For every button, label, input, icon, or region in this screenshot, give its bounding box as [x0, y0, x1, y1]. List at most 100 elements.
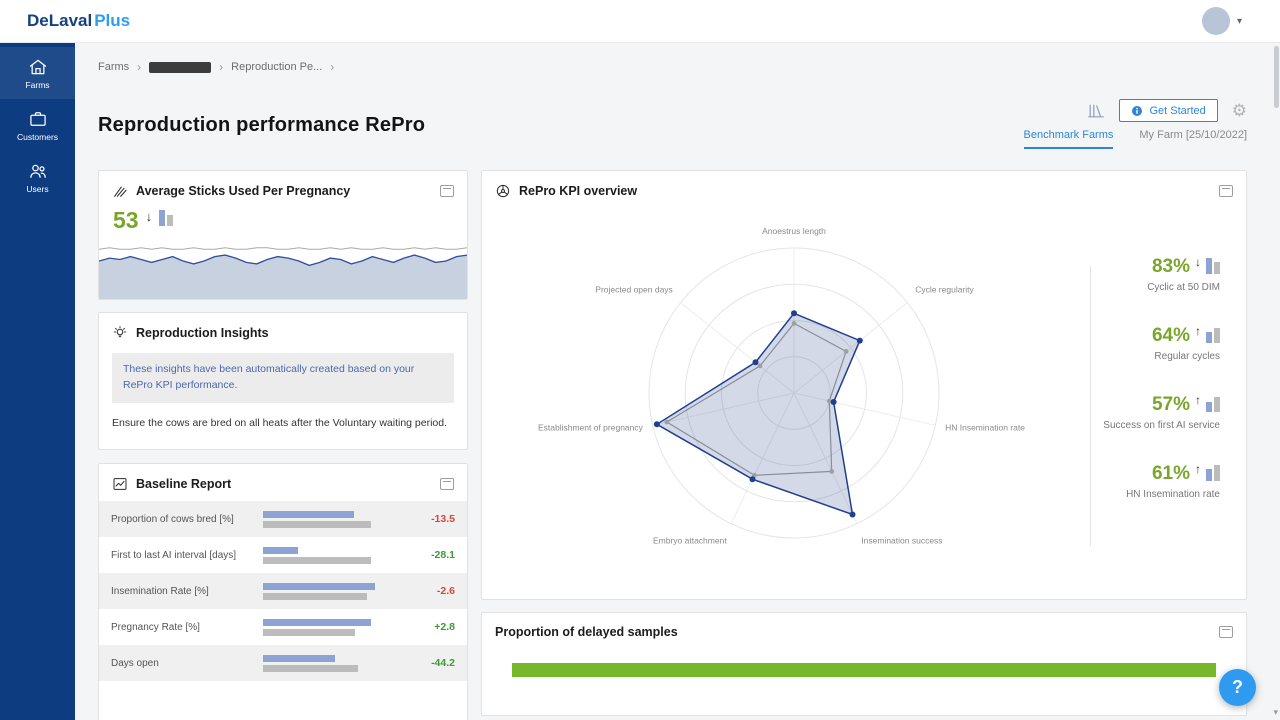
mini-bar-chart-icon: [1206, 257, 1220, 274]
kpi-stat-value: 64%: [1152, 326, 1190, 347]
tabs: Benchmark Farms My Farm [25/10/2022]: [1024, 129, 1247, 149]
baseline-row: Days open -44.2: [99, 645, 467, 681]
sidebar-item-label: Customers: [17, 132, 58, 142]
library-icon[interactable]: [1087, 103, 1105, 119]
baseline-row-bars: [263, 619, 419, 636]
sidebar: Farms Customers Users: [0, 43, 75, 720]
baseline-row-value: -2.6: [419, 585, 455, 597]
svg-text:Insemination success: Insemination success: [861, 536, 942, 546]
trend-up-icon: ↑: [1195, 462, 1201, 476]
kpi-stat-value: 83%: [1152, 257, 1190, 278]
tab-benchmark-farms[interactable]: Benchmark Farms: [1024, 129, 1114, 149]
svg-text:HN Insemination rate: HN Insemination rate: [945, 423, 1025, 433]
mini-bar-chart-icon: [1206, 464, 1220, 481]
breadcrumb-item[interactable]: Reproduction Pe...: [231, 61, 322, 73]
topbar: DeLavalPlus ▾: [0, 0, 1280, 43]
avatar[interactable]: [1202, 7, 1230, 35]
baseline-row-value: -44.2: [419, 657, 455, 669]
kpi-overview-title: RePro KPI overview: [519, 184, 637, 198]
svg-text:Anoestrus length: Anoestrus length: [762, 226, 826, 236]
baseline-report-card: Baseline Report Proportion of cows bred …: [98, 463, 468, 720]
baseline-row-value: -28.1: [419, 549, 455, 561]
baseline-row-label: Pregnancy Rate [%]: [111, 621, 263, 634]
insights-card: Reproduction Insights These insights hav…: [98, 312, 468, 450]
logo-text-primary: DeLaval: [27, 11, 92, 30]
avg-sticks-card: Average Sticks Used Per Pregnancy 53 ↓: [98, 170, 468, 300]
breadcrumb-separator-icon: ›: [137, 60, 141, 74]
gear-icon[interactable]: ⚙: [1232, 102, 1247, 119]
tab-my-farm-25-10-2022[interactable]: My Farm [25/10/2022]: [1139, 129, 1247, 149]
svg-text:Cycle regularity: Cycle regularity: [915, 284, 974, 294]
info-icon: [1131, 105, 1143, 117]
scrollbar-thumb[interactable]: [1274, 46, 1279, 108]
delayed-samples-title: Proportion of delayed samples: [495, 625, 678, 639]
delayed-samples-bar-track: [512, 663, 1216, 677]
baseline-row: Proportion of cows bred [%] -13.5: [99, 501, 467, 537]
mini-bar-chart-icon: [1206, 326, 1220, 343]
sidebar-item-label: Users: [26, 184, 48, 194]
insights-highlight: These insights have been automatically c…: [112, 353, 454, 403]
baseline-row-bars: [263, 511, 419, 528]
avg-sticks-value: 53: [113, 209, 139, 232]
delayed-samples-bar: [512, 663, 1216, 677]
header-actions: Get Started ⚙: [1087, 99, 1247, 122]
radar-icon: [495, 183, 511, 199]
kpi-overview-card: RePro KPI overview Anoestrus length Cycle…: [481, 170, 1247, 600]
sidebar-item-label: Farms: [25, 80, 49, 90]
baseline-title: Baseline Report: [136, 477, 231, 491]
farm-bar: [263, 619, 371, 626]
breadcrumb-item-redacted[interactable]: [149, 62, 211, 73]
farm-bar: [263, 547, 298, 554]
avg-sticks-value-row: 53 ↓: [113, 209, 173, 232]
baseline-row-label: Insemination Rate [%]: [111, 585, 263, 598]
benchmark-bar: [263, 629, 355, 636]
expand-icon[interactable]: [1219, 626, 1233, 638]
baseline-row-bars: [263, 583, 419, 600]
breadcrumb-item[interactable]: Farms: [98, 61, 129, 73]
kpi-stat-value: 57%: [1152, 395, 1190, 416]
svg-text:Embryo attachment: Embryo attachment: [653, 536, 727, 546]
sidebar-item-farms[interactable]: Farms: [0, 47, 75, 99]
insights-note: Ensure the cows are bred on all heats af…: [99, 413, 467, 443]
breadcrumb-separator-icon: ›: [219, 60, 223, 74]
baseline-row-bars: [263, 655, 419, 672]
chevron-down-icon[interactable]: ▾: [1237, 16, 1242, 27]
avg-sticks-trend-icon: ↓: [146, 209, 153, 224]
expand-icon[interactable]: [440, 185, 454, 197]
trend-up-icon: ↑: [1195, 393, 1201, 407]
lightbulb-icon: [112, 325, 128, 341]
baseline-row-bars: [263, 547, 419, 564]
scrollbar-down-arrow-icon[interactable]: ▾: [1273, 707, 1278, 718]
trend-down-icon: ↓: [1195, 255, 1201, 269]
kpi-stat-value: 61%: [1152, 464, 1190, 485]
svg-text:Establishment of pregnancy: Establishment of pregnancy: [538, 423, 644, 433]
svg-text:Projected open days: Projected open days: [595, 284, 673, 294]
help-button[interactable]: ?: [1219, 669, 1256, 706]
baseline-rows: Proportion of cows bred [%] -13.5 First to…: [99, 501, 467, 681]
expand-icon[interactable]: [1219, 185, 1233, 197]
benchmark-bar: [263, 665, 358, 672]
sidebar-item-users[interactable]: Users: [0, 151, 75, 203]
baseline-row-value: -13.5: [419, 513, 455, 525]
sidebar-item-customers[interactable]: Customers: [0, 99, 75, 151]
sticks-icon: [112, 183, 128, 199]
avg-sticks-title: Average Sticks Used Per Pregnancy: [136, 184, 350, 198]
breadcrumb-separator-icon: ›: [330, 60, 334, 74]
logo-text-secondary: Plus: [94, 11, 130, 30]
baseline-row-label: Days open: [111, 657, 263, 670]
farm-bar: [263, 511, 354, 518]
expand-icon[interactable]: [440, 478, 454, 490]
get-started-label: Get Started: [1149, 105, 1205, 117]
delaval-plus-logo[interactable]: DeLavalPlus: [27, 11, 130, 31]
get-started-button[interactable]: Get Started: [1119, 99, 1217, 122]
baseline-row: Insemination Rate [%] -2.6: [99, 573, 467, 609]
page-title: Reproduction performance RePro: [98, 114, 425, 137]
delayed-samples-card: Proportion of delayed samples: [481, 612, 1247, 716]
insights-title: Reproduction Insights: [136, 326, 269, 340]
benchmark-bar: [263, 557, 371, 564]
benchmark-bar: [263, 593, 367, 600]
baseline-row-label: First to last AI interval [days]: [111, 549, 263, 562]
baseline-row-label: Proportion of cows bred [%]: [111, 513, 263, 526]
mini-bar-chart-icon: [1206, 395, 1220, 412]
baseline-row: First to last AI interval [days] -28.1: [99, 537, 467, 573]
